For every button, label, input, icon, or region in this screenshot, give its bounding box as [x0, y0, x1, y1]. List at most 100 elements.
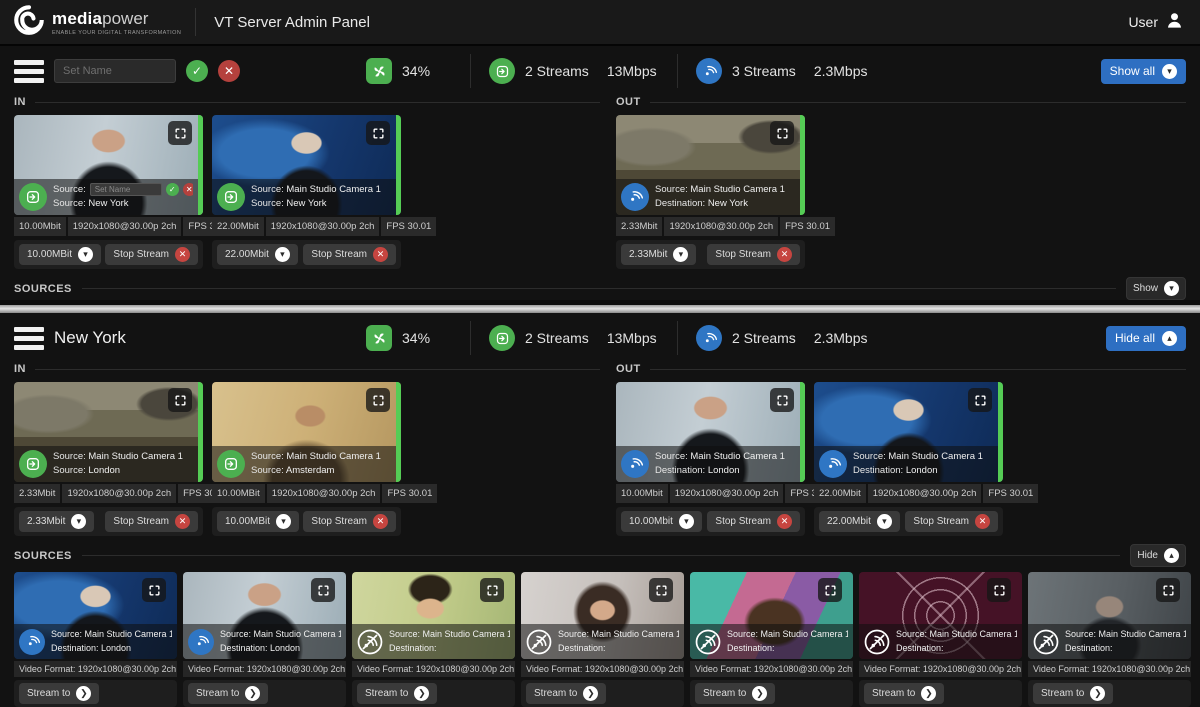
- bitrate-select[interactable]: 22.00Mbit▾: [217, 244, 298, 265]
- in-section-label: IN: [14, 96, 26, 108]
- server-menu-icon[interactable]: [14, 327, 44, 350]
- format-stat: 1920x1080@30.00p 2ch: [664, 217, 778, 236]
- stream-to-button[interactable]: Stream to❯: [1033, 683, 1113, 704]
- format-stat: 1920x1080@30.00p 2ch: [670, 484, 784, 503]
- video-overlay: Source: Main Studio Camera 12 Destinatio…: [690, 624, 853, 659]
- format-stat: 1920x1080@30.00p 2ch: [62, 484, 176, 503]
- stream-controls: 10.00MBit▾ Stop Stream✕: [14, 240, 203, 269]
- show-sources-button[interactable]: Show▾: [1126, 277, 1186, 300]
- source-controls: Stream to❯: [14, 680, 177, 707]
- video-overlay: Source: Main Studio Camera 1 Source: Ams…: [212, 446, 396, 483]
- fullscreen-icon[interactable]: [968, 388, 992, 412]
- hide-sources-button[interactable]: Hide▴: [1130, 544, 1186, 567]
- fullscreen-icon[interactable]: [142, 578, 166, 602]
- stream-card: Source: ✓ ✕ Source: New York 10.00Mbi: [14, 115, 203, 269]
- show-all-button[interactable]: Show all ▾: [1101, 59, 1186, 84]
- fullscreen-icon[interactable]: [987, 578, 1011, 602]
- stop-x-icon: ✕: [175, 247, 190, 262]
- active-stream-strip: [800, 115, 805, 215]
- arrow-right-icon: ❯: [752, 686, 767, 701]
- stream-stats: 22.00Mbit 1920x1080@30.00p 2ch FPS 30.01: [212, 217, 401, 236]
- bitrate-select[interactable]: 2.33Mbit▾: [19, 511, 94, 532]
- fullscreen-icon[interactable]: [168, 388, 192, 412]
- no-signal-icon: [864, 629, 890, 655]
- confirm-name-button[interactable]: ✓: [186, 60, 208, 82]
- bitrate-select[interactable]: 22.00Mbit▾: [819, 511, 900, 532]
- stop-stream-button[interactable]: Stop Stream✕: [303, 244, 396, 265]
- fullscreen-icon[interactable]: [366, 388, 390, 412]
- cancel-name-button[interactable]: ✕: [218, 60, 240, 82]
- source-name-input[interactable]: [90, 183, 162, 196]
- stop-stream-button[interactable]: Stop Stream✕: [707, 511, 800, 532]
- fullscreen-icon[interactable]: [818, 578, 842, 602]
- video-thumbnail: Source: Main Studio Camera 12 Destinatio…: [521, 572, 684, 659]
- stream-controls: 10.00Mbit▾ Stop Stream✕: [616, 507, 805, 536]
- video-format: Video Format: 1920x1080@30.00p 2ch: [183, 661, 346, 677]
- fullscreen-icon[interactable]: [770, 388, 794, 412]
- cpu-usage: 34%: [366, 58, 470, 84]
- video-thumbnail: Source: Main Studio Camera 12 Destinatio…: [1028, 572, 1191, 659]
- stream-out-icon: [621, 183, 649, 211]
- fps-stat: FPS 30.01: [780, 217, 835, 236]
- cancel-source-name-icon[interactable]: ✕: [183, 183, 193, 196]
- stream-controls: 2.33Mbit▾ Stop Stream✕: [616, 240, 805, 269]
- user-menu[interactable]: User: [1112, 11, 1200, 33]
- stop-stream-button[interactable]: Stop Stream✕: [905, 511, 998, 532]
- stream-controls: 10.00MBit▾ Stop Stream✕: [212, 507, 401, 536]
- fullscreen-icon[interactable]: [1156, 578, 1180, 602]
- bitrate-stat: 2.33Mbit: [616, 217, 662, 236]
- stream-out-icon: [19, 629, 45, 655]
- server-name: New York: [54, 328, 126, 348]
- bitrate-select[interactable]: 10.00MBit▾: [217, 511, 299, 532]
- video-overlay: Source: Main Studio Camera 1 Source: Lon…: [14, 446, 198, 483]
- stream-in-icon: [19, 450, 47, 478]
- source-card: Source: Main Studio Camera 12 Destinatio…: [521, 572, 684, 707]
- bitrate-select[interactable]: 10.00MBit▾: [19, 244, 101, 265]
- format-stat: 1920x1080@30.00p 2ch: [68, 217, 182, 236]
- stream-to-button[interactable]: Stream to❯: [188, 683, 268, 704]
- server-menu-icon[interactable]: [14, 60, 44, 83]
- stop-x-icon: ✕: [777, 247, 792, 262]
- no-signal-icon: [526, 629, 552, 655]
- stop-stream-button[interactable]: Stop Stream✕: [707, 244, 800, 265]
- fullscreen-icon[interactable]: [366, 121, 390, 145]
- stop-stream-button[interactable]: Stop Stream✕: [105, 511, 198, 532]
- confirm-source-name-icon[interactable]: ✓: [166, 183, 179, 196]
- in-section-label: IN: [14, 363, 26, 375]
- stream-to-button[interactable]: Stream to❯: [864, 683, 944, 704]
- bitrate-select[interactable]: 10.00Mbit▾: [621, 511, 702, 532]
- stream-to-button[interactable]: Stream to❯: [357, 683, 437, 704]
- fullscreen-icon[interactable]: [480, 578, 504, 602]
- out-streams-summary: 2 Streams2.3Mbps: [678, 325, 868, 351]
- stream-to-button[interactable]: Stream to❯: [695, 683, 775, 704]
- bitrate-select[interactable]: 2.33Mbit▾: [621, 244, 696, 265]
- hide-all-button[interactable]: Hide all ▴: [1106, 326, 1186, 351]
- video-overlay: Source: Main Studio Camera 12 Destinatio…: [352, 624, 515, 659]
- chevron-down-icon: ▾: [1164, 281, 1179, 296]
- fps-stat: FPS 30.01: [382, 484, 437, 503]
- video-overlay: Source: Main Studio Camera 1 Destination…: [616, 179, 800, 216]
- stream-out-icon: [696, 58, 722, 84]
- stop-stream-button[interactable]: Stop Stream✕: [105, 244, 198, 265]
- video-overlay: Source: Main Studio Camera 12 Destinatio…: [1028, 624, 1191, 659]
- fullscreen-icon[interactable]: [649, 578, 673, 602]
- sources-header: SOURCES Show▾: [14, 277, 1186, 300]
- video-format: Video Format: 1920x1080@30.00p 2ch: [352, 661, 515, 677]
- video-format: Video Format: 1920x1080@30.00p 2ch: [859, 661, 1022, 677]
- server-name-input[interactable]: [54, 59, 176, 83]
- format-stat: 1920x1080@30.00p 2ch: [266, 217, 380, 236]
- header-divider: [195, 8, 196, 36]
- video-overlay: Source: Main Studio Camera 12 Destinatio…: [521, 624, 684, 659]
- fullscreen-icon[interactable]: [770, 121, 794, 145]
- video-overlay: Source: Main Studio Camera 1 Source: New…: [212, 179, 396, 216]
- stream-to-button[interactable]: Stream to❯: [526, 683, 606, 704]
- stop-stream-button[interactable]: Stop Stream✕: [303, 511, 396, 532]
- fullscreen-icon[interactable]: [311, 578, 335, 602]
- sources-label: SOURCES: [14, 283, 72, 295]
- fullscreen-icon[interactable]: [168, 121, 192, 145]
- fps-stat: FPS 30.01: [381, 217, 436, 236]
- stream-stats: 10.00Mbit 1920x1080@30.00p 2ch FPS 30.01: [616, 484, 805, 503]
- stream-to-button[interactable]: Stream to❯: [19, 683, 99, 704]
- cpu-fan-icon: [366, 58, 392, 84]
- server-bar: New York 34% 2 Streams13Mbps 2 Streams2.…: [14, 315, 1186, 361]
